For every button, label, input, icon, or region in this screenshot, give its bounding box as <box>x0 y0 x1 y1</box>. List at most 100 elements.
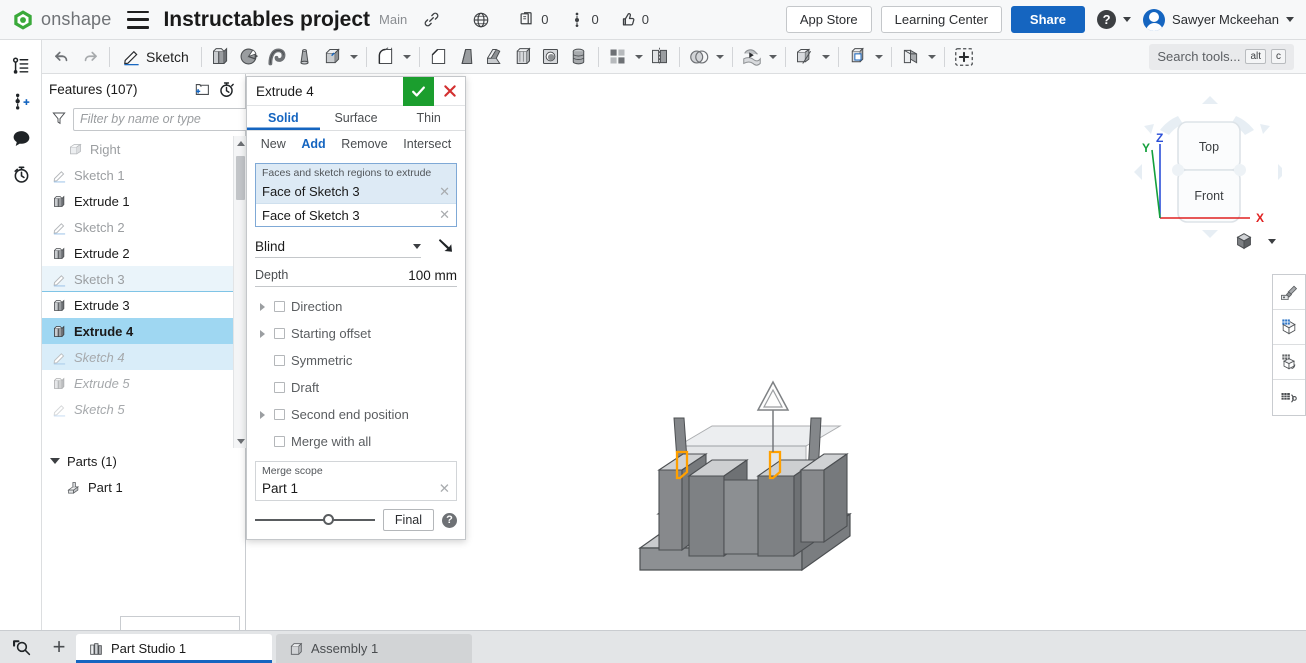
checkbox[interactable] <box>274 409 285 420</box>
part-item-part-1[interactable]: Part 1 <box>42 474 246 500</box>
option-direction[interactable]: Direction <box>247 293 465 320</box>
configure-icon[interactable] <box>1273 380 1305 415</box>
checkbox[interactable] <box>274 301 285 312</box>
boolean-icon[interactable] <box>685 43 713 71</box>
avatar[interactable] <box>1143 9 1165 31</box>
pattern-chevron-down-icon[interactable] <box>632 43 646 71</box>
feature-node-extrude-3[interactable]: Extrude 3 <box>42 292 246 318</box>
selection-box[interactable]: Faces and sketch regions to extrude Face… <box>255 163 457 227</box>
expand-icon[interactable] <box>257 409 268 420</box>
pattern-icon[interactable] <box>604 43 632 71</box>
insert-icon[interactable] <box>950 43 978 71</box>
chamfer-icon[interactable] <box>425 43 453 71</box>
extrude-icon[interactable] <box>207 43 235 71</box>
option-merge-with-all[interactable]: Merge with all <box>247 428 465 455</box>
remove-selection-icon[interactable]: ✕ <box>439 184 450 200</box>
feature-node-sketch-4[interactable]: Sketch 4 <box>42 344 246 370</box>
scroll-up-icon[interactable] <box>234 136 246 150</box>
brand-name[interactable]: onshape <box>41 9 111 30</box>
draft-icon[interactable] <box>453 43 481 71</box>
split-chevron-down-icon[interactable] <box>819 43 833 71</box>
onshape-logo-icon[interactable] <box>12 9 34 31</box>
tab-surface[interactable]: Surface <box>320 106 393 130</box>
display-state-icon[interactable] <box>1273 310 1305 345</box>
revolve-icon[interactable] <box>235 43 263 71</box>
plane-chevron-down-icon[interactable] <box>872 43 886 71</box>
search-tools-input[interactable]: Search tools... alt c <box>1149 44 1294 70</box>
scrollbar-thumb[interactable] <box>236 156 245 200</box>
op-new[interactable]: New <box>261 137 286 151</box>
checkbox[interactable] <box>274 436 285 447</box>
learning-center-button[interactable]: Learning Center <box>881 6 1002 33</box>
checkbox[interactable] <box>274 355 285 366</box>
checkbox[interactable] <box>274 328 285 339</box>
selection-item[interactable]: Face of Sketch 3 ✕ <box>256 180 456 203</box>
rollback-timer-icon[interactable] <box>214 77 238 101</box>
remove-selection-icon[interactable]: ✕ <box>439 207 450 223</box>
redo-icon[interactable] <box>76 43 104 71</box>
add-tab-button[interactable]: + <box>42 630 76 663</box>
copies-icon[interactable] <box>515 8 539 32</box>
option-symmetric[interactable]: Symmetric <box>247 347 465 374</box>
extrude-chevron-down-icon[interactable] <box>347 43 361 71</box>
view-cube[interactable]: Top Front X Z Y <box>1132 88 1282 248</box>
expand-icon[interactable] <box>257 301 268 312</box>
derived-chevron-down-icon[interactable] <box>925 43 939 71</box>
transform-chevron-down-icon[interactable] <box>766 43 780 71</box>
feature-node-sketch-3[interactable]: Sketch 3 <box>42 266 246 292</box>
op-intersect[interactable]: Intersect <box>403 137 451 151</box>
help-chevron-down-icon[interactable] <box>1123 17 1131 22</box>
confirm-button[interactable] <box>403 77 434 106</box>
split-icon[interactable] <box>791 43 819 71</box>
link-icon[interactable] <box>419 8 443 32</box>
feature-node-sketch-1[interactable]: Sketch 1 <box>42 162 246 188</box>
selection-item[interactable]: Face of Sketch 3 ✕ <box>256 203 456 226</box>
plane-icon[interactable] <box>844 43 872 71</box>
sweep-icon[interactable] <box>263 43 291 71</box>
filter-icon[interactable] <box>51 110 67 129</box>
depth-field[interactable]: Depth 100 mm <box>255 264 457 287</box>
undo-icon[interactable] <box>48 43 76 71</box>
like-icon[interactable] <box>616 8 640 32</box>
render-icon[interactable] <box>1273 345 1305 380</box>
feature-node-sketch-5[interactable]: Sketch 5 <box>42 396 246 422</box>
rib-icon[interactable] <box>481 43 509 71</box>
version-graph-icon[interactable] <box>0 48 42 84</box>
tab-thin[interactable]: Thin <box>392 106 465 130</box>
rollback-bar[interactable] <box>42 291 246 292</box>
cancel-button[interactable] <box>434 77 465 106</box>
thicken-icon[interactable] <box>319 43 347 71</box>
help-icon[interactable]: ? <box>1097 10 1116 29</box>
mirror-icon[interactable] <box>646 43 674 71</box>
features-filter-input[interactable] <box>73 108 250 131</box>
feature-node-extrude-1[interactable]: Extrude 1 <box>42 188 246 214</box>
chevron-down-icon[interactable] <box>50 458 60 464</box>
flip-direction-icon[interactable] <box>435 234 457 256</box>
sketch-button[interactable]: Sketch <box>115 43 196 71</box>
fillet-chevron-down-icon[interactable] <box>400 43 414 71</box>
scroll-down-icon[interactable] <box>234 434 246 448</box>
tab-part-studio-1[interactable]: Part Studio 1 <box>76 634 272 663</box>
merge-scope-item[interactable]: Part 1 ✕ <box>256 477 456 500</box>
feature-node-extrude-4[interactable]: Extrude 4 <box>42 318 246 344</box>
feature-node-right[interactable]: Right <box>42 136 246 162</box>
appearance-icon[interactable] <box>1273 275 1305 310</box>
menu-icon[interactable] <box>127 11 149 29</box>
loft-icon[interactable] <box>291 43 319 71</box>
zoom-search-icon[interactable] <box>0 630 42 663</box>
checkbox[interactable] <box>274 382 285 393</box>
quality-final-button[interactable]: Final <box>383 509 434 531</box>
hole-icon[interactable] <box>537 43 565 71</box>
view-chevron-down-icon[interactable] <box>1268 239 1276 244</box>
quality-slider[interactable] <box>255 513 375 527</box>
feature-node-extrude-5[interactable]: Extrude 5 <box>42 370 246 396</box>
op-add[interactable]: Add <box>301 137 325 151</box>
end-condition-dropdown[interactable]: Blind <box>255 236 421 258</box>
option-second-end-position[interactable]: Second end position <box>247 401 465 428</box>
feature-tree-scrollbar[interactable] <box>233 136 246 448</box>
transform-icon[interactable] <box>738 43 766 71</box>
tab-assembly-1[interactable]: Assembly 1 <box>276 634 472 663</box>
tab-solid[interactable]: Solid <box>247 106 320 130</box>
remove-merge-scope-icon[interactable]: ✕ <box>439 481 450 497</box>
op-remove[interactable]: Remove <box>341 137 388 151</box>
